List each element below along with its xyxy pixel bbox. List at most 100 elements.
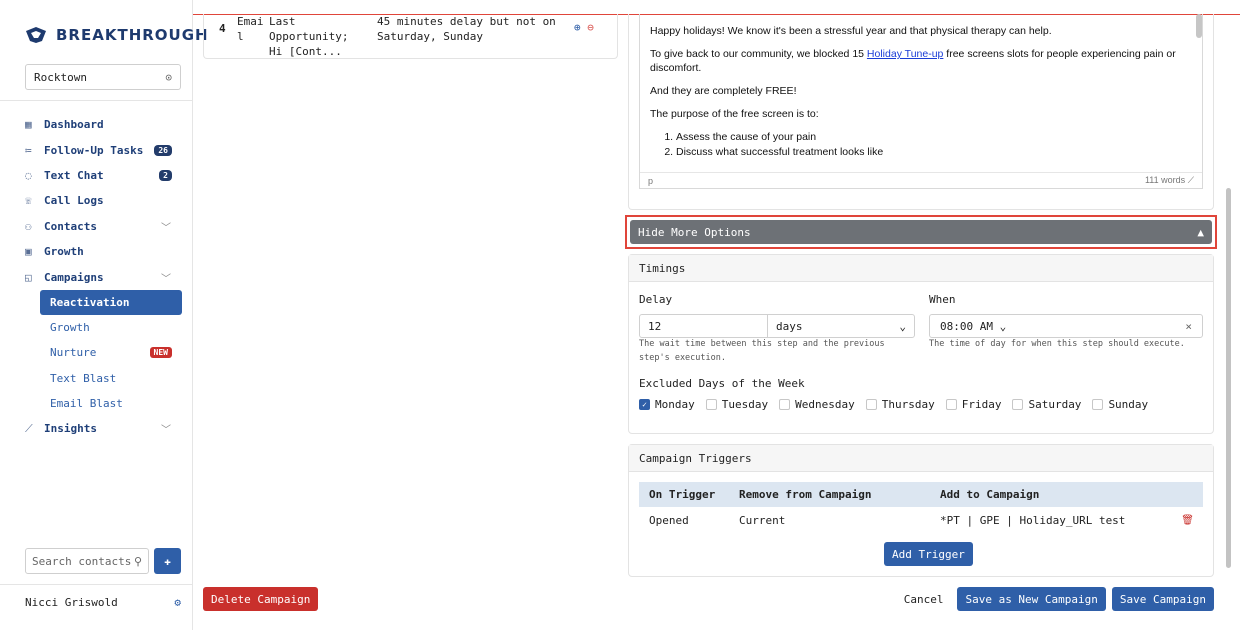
delete-campaign-button[interactable]: Delete Campaign <box>203 587 319 611</box>
sidebar-item-growth[interactable]: ▣ Growth <box>0 239 193 264</box>
email-editor-card: Happy holidays! We know it's been a stre… <box>628 14 1214 210</box>
chevron-down-icon: ⌄ <box>999 319 1007 333</box>
sidebar-subitem-text-blast[interactable]: Text Blast <box>0 366 193 391</box>
when-label: When <box>929 293 956 306</box>
growth-icon: ▣ <box>25 245 32 259</box>
save-as-new-campaign-button[interactable]: Save as New Campaign <box>957 587 1106 611</box>
campaign-triggers-card: Campaign Triggers On Trigger Remove from… <box>628 444 1214 577</box>
excluded-days-group: ✓ Monday Tuesday Wednesday Thursday Frida… <box>639 398 1159 411</box>
editor-scrollbar[interactable] <box>1196 14 1202 38</box>
sidebar-item-insights[interactable]: ⟋ Insights ﹀ <box>0 416 193 441</box>
search-placeholder: Search contacts <box>32 554 132 568</box>
step-type-line: Emai <box>237 15 264 28</box>
sidebar-item-label: Call Logs <box>44 194 104 208</box>
table-row[interactable]: 4 Emai l Last Opportunity; Hi [Cont... 4… <box>219 14 557 59</box>
step-delay-line: 45 minutes delay but not on <box>377 15 556 28</box>
step-delay-line: Saturday, Sunday <box>377 30 483 43</box>
word-count-value: 111 words <box>1144 175 1186 185</box>
sidebar-item-label: Dashboard <box>44 118 104 132</box>
save-campaign-button[interactable]: Save Campaign <box>1111 587 1214 611</box>
rich-text-editor[interactable]: Happy holidays! We know it's been a stre… <box>639 14 1203 189</box>
sidebar-subitem-label: Nurture <box>50 346 97 360</box>
time-value-text: 08:00 AM <box>940 319 993 333</box>
column-header: Add to Campaign <box>940 488 1040 501</box>
day-checkbox-tuesday[interactable]: Tuesday <box>705 398 769 411</box>
day-label: Saturday <box>1028 398 1082 411</box>
sidebar-item-call-logs[interactable]: ☏ Call Logs <box>0 188 193 213</box>
sidebar: BREAKTHROUGH Rocktown ⊙ ▦ Dashboard ≔ Fo… <box>0 0 208 630</box>
user-profile[interactable]: Nicci Griswold ⚙ <box>25 596 181 609</box>
holiday-tune-up-link[interactable]: Holiday Tune-up <box>867 48 943 60</box>
sidebar-item-campaigns[interactable]: ◱ Campaigns ﹀ <box>0 264 193 289</box>
step-delay: 45 minutes delay but not on Saturday, Su… <box>377 14 557 59</box>
sidebar-item-label: Campaigns <box>44 270 104 284</box>
sidebar-item-follow-up-tasks[interactable]: ≔ Follow-Up Tasks 26 <box>0 137 193 162</box>
hide-more-options-toggle[interactable]: Hide More Options ▲ <box>630 220 1212 244</box>
sidebar-item-dashboard[interactable]: ▦ Dashboard <box>0 112 193 137</box>
day-checkbox-wednesday[interactable]: Wednesday <box>779 398 855 411</box>
sidebar-item-label: Insights <box>44 422 97 436</box>
checkbox-icon <box>865 399 877 410</box>
column-header: Remove from Campaign <box>739 488 872 501</box>
checkbox-icon <box>705 399 717 410</box>
day-label: Tuesday <box>721 398 769 411</box>
checkbox-icon <box>779 399 791 410</box>
trigger-event: Opened <box>649 513 689 527</box>
sidebar-nav: ▦ Dashboard ≔ Follow-Up Tasks 26 ◌ Text … <box>0 112 193 442</box>
highlight-frame: Hide More Options ▲ <box>625 215 1217 249</box>
cancel-button[interactable]: Cancel <box>904 593 944 606</box>
campaign-icon: ◱ <box>25 270 32 284</box>
day-checkbox-thursday[interactable]: Thursday <box>865 398 935 411</box>
new-badge: NEW <box>149 347 172 359</box>
sidebar-subitem-email-blast[interactable]: Email Blast <box>0 391 193 416</box>
chevron-down-icon: ﹀ <box>161 273 171 285</box>
editor-content[interactable]: Happy holidays! We know it's been a stre… <box>650 24 1190 160</box>
search-icon: ⚲ <box>133 554 142 568</box>
count-badge: 26 <box>154 144 172 156</box>
day-label: Sunday <box>1108 398 1149 411</box>
resize-handle-icon[interactable]: ⟋ <box>1188 175 1194 185</box>
gear-icon[interactable]: ⚙ <box>174 596 181 609</box>
trigger-remove: Current <box>739 513 786 527</box>
element-path: p <box>648 175 654 186</box>
add-trigger-button[interactable]: Add Trigger <box>884 542 973 566</box>
delay-unit-select[interactable]: days ⌄ <box>768 320 914 333</box>
search-contacts-input[interactable]: Search contacts ⚲ <box>25 548 149 574</box>
day-checkbox-friday[interactable]: Friday <box>945 398 1001 411</box>
add-contact-button[interactable]: ✚ <box>154 548 181 574</box>
list-icon: ≔ <box>25 143 32 157</box>
delay-value-input[interactable]: 12 <box>640 315 768 337</box>
sidebar-subitem-nurture[interactable]: Nurture NEW <box>0 340 193 365</box>
step-type-line: l <box>237 30 244 43</box>
triggers-title: Campaign Triggers <box>629 445 1213 472</box>
add-circle-icon[interactable]: ⊕ <box>574 21 581 34</box>
step-subject-line: Last Opportunity; <box>269 15 349 43</box>
day-checkbox-sunday[interactable]: Sunday <box>1092 398 1148 411</box>
word-count: 111 words ⟋ <box>1145 175 1194 186</box>
clear-icon[interactable]: × <box>1185 320 1192 333</box>
sidebar-item-contacts[interactable]: ⚇ Contacts ﹀ <box>0 214 193 239</box>
day-checkbox-saturday[interactable]: Saturday <box>1012 398 1081 411</box>
footer-actions: Cancel Save as New Campaign Save Campaig… <box>904 587 1214 611</box>
checkbox-icon <box>1012 399 1024 410</box>
remove-circle-icon[interactable]: ⊖ <box>587 21 594 34</box>
dashboard-icon: ▦ <box>25 118 32 132</box>
page-scrollbar[interactable] <box>1226 188 1231 568</box>
brand-name: BREAKTHROUGH <box>56 26 209 44</box>
location-value: Rocktown <box>34 70 87 84</box>
editor-statusbar: p 111 words ⟋ <box>640 172 1202 188</box>
trash-icon[interactable]: 🗑 <box>1181 515 1194 526</box>
user-name: Nicci Griswold <box>25 596 118 609</box>
time-picker[interactable]: 08:00 AM ⌄ × <box>929 314 1203 338</box>
sidebar-subitem-reactivation[interactable]: Reactivation <box>40 289 182 315</box>
location-select[interactable]: Rocktown ⊙ <box>25 64 181 90</box>
delay-field: 12 days ⌄ <box>639 314 915 338</box>
sidebar-item-text-chat[interactable]: ◌ Text Chat 2 <box>0 163 193 188</box>
step-subject-line: Hi [Cont... <box>269 45 342 58</box>
delay-hint: The wait time between this step and the … <box>639 339 885 363</box>
day-checkbox-monday[interactable]: ✓ Monday <box>639 398 695 411</box>
logo: BREAKTHROUGH <box>25 26 209 44</box>
column-header: On Trigger <box>649 488 716 501</box>
sidebar-subitem-growth[interactable]: Growth <box>0 315 193 340</box>
delay-unit-value: days <box>776 319 803 333</box>
